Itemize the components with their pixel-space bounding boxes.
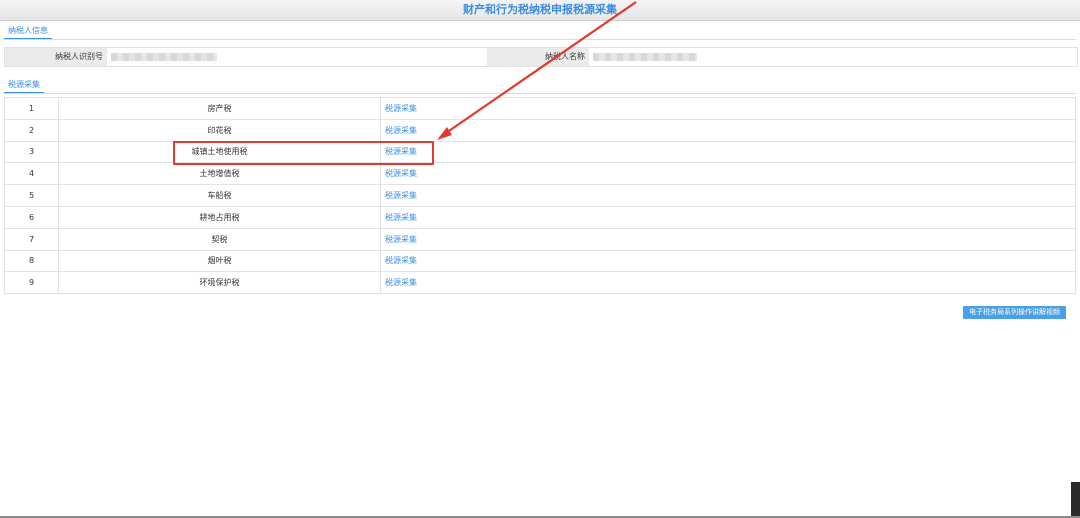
arrow-shaft <box>445 1 637 134</box>
arrow-head <box>437 127 452 140</box>
annotation-arrow <box>437 1 637 140</box>
scrollbar-thumb[interactable] <box>1071 482 1080 518</box>
